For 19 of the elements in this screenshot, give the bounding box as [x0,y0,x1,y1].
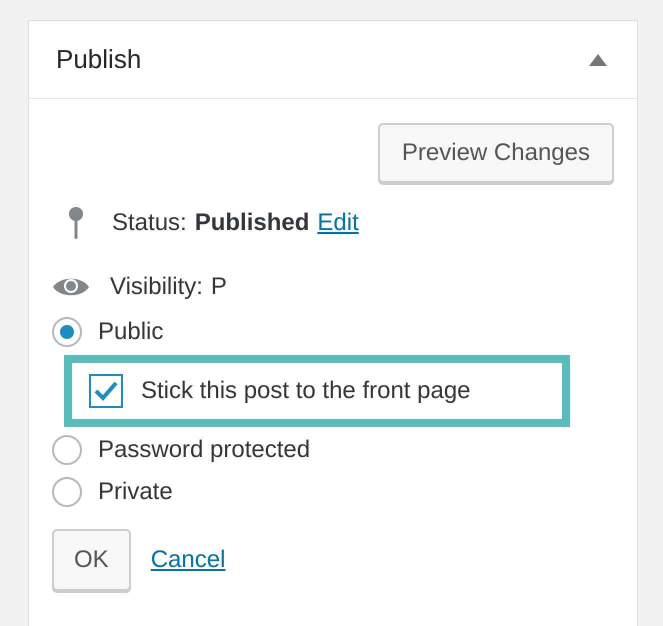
preview-changes-button[interactable]: Preview Changes [378,123,614,183]
radio-button[interactable] [52,477,82,507]
radio-label[interactable]: Password protected [98,436,310,464]
radio-label[interactable]: Public [98,318,164,346]
edit-link[interactable]: Edit [317,209,359,237]
cancel-link[interactable]: Cancel [150,546,226,574]
status-value: Published [194,209,310,237]
ok-button[interactable]: OK [52,529,131,591]
radio-button[interactable] [52,435,82,465]
panel-title: Publish [56,44,142,75]
visibility-label: Visibility: [110,273,203,301]
triangle-icon[interactable] [589,54,607,66]
pin-icon [68,206,84,240]
status-label: Status: [112,209,187,237]
radio-label[interactable]: Private [98,478,173,506]
radio-button[interactable] [52,317,82,347]
visibility-value: P [210,273,227,301]
checkbox[interactable] [89,374,123,408]
checkbox-label[interactable]: Stick this post to the front page [141,377,471,405]
